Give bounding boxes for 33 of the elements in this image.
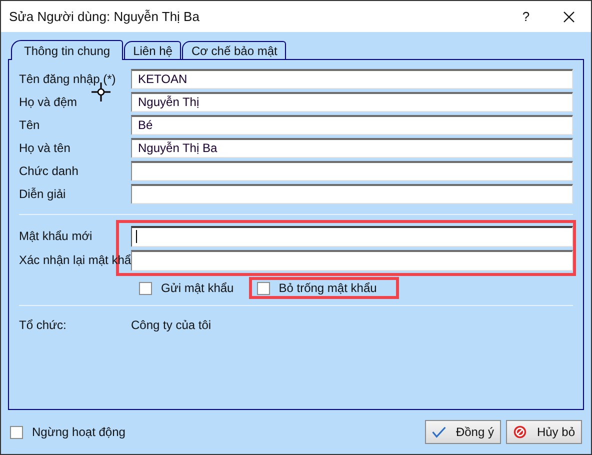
- password-field[interactable]: [131, 250, 573, 270]
- option-label: Gửi mật khẩu: [161, 280, 234, 297]
- field-label: Chức danh: [19, 162, 80, 180]
- ok-button[interactable]: Đồng ý: [425, 420, 501, 444]
- window-title: Sửa Người dùng: Nguyễn Thị Ba: [9, 8, 200, 26]
- organization-value: Công ty của tôi: [131, 317, 212, 334]
- input-field[interactable]: [131, 160, 573, 180]
- field-label: Tên: [19, 116, 41, 134]
- checkbox[interactable]: [139, 282, 152, 294]
- checkbox[interactable]: [10, 426, 23, 438]
- input-field[interactable]: [131, 184, 573, 204]
- input-field[interactable]: Nguyễn Thị Ba: [131, 138, 573, 158]
- field-label: Tên đăng nhập (*): [19, 70, 117, 88]
- help-button[interactable]: ?: [511, 6, 541, 26]
- tab[interactable]: Thông tin chung: [11, 40, 124, 60]
- input-field[interactable]: Nguyễn Thị: [131, 92, 573, 112]
- prohibited-icon: [513, 424, 527, 440]
- cancel-button[interactable]: Hủy bỏ: [506, 420, 582, 444]
- tab[interactable]: Cơ chế bảo mật: [182, 41, 286, 59]
- checkbox[interactable]: [256, 282, 270, 294]
- password-field[interactable]: [131, 226, 573, 246]
- tab[interactable]: Liên hệ: [124, 41, 182, 59]
- close-icon[interactable]: [563, 10, 575, 22]
- organization-label: Tổ chức:: [19, 317, 68, 334]
- inactive-label: Ngừng hoạt động: [32, 424, 126, 441]
- option-label: Bỏ trống mật khẩu: [278, 280, 377, 297]
- input-field[interactable]: KETOAN: [131, 68, 573, 88]
- input-field[interactable]: Bé: [131, 114, 573, 134]
- field-label: Họ và đệm: [19, 94, 78, 110]
- field-label: Diễn giải: [19, 186, 67, 202]
- field-label: Mật khẩu mới: [19, 228, 94, 245]
- check-icon: [432, 425, 446, 439]
- field-label: Họ và tên: [19, 140, 72, 156]
